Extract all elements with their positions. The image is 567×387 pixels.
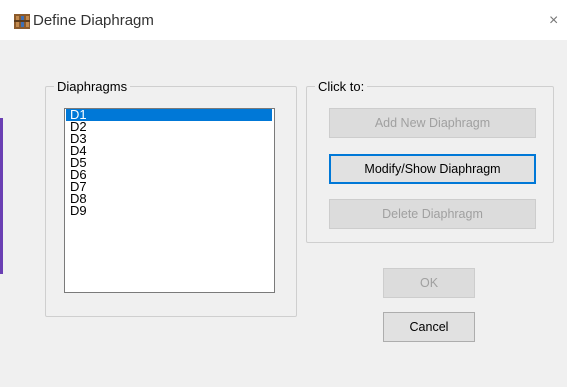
- click-to-group-label: Click to:: [315, 79, 368, 94]
- window-title: Define Diaphragm: [33, 12, 154, 29]
- ok-button[interactable]: OK: [383, 268, 475, 298]
- list-item[interactable]: D5: [66, 156, 272, 169]
- modify-show-diaphragm-button[interactable]: Modify/Show Diaphragm: [329, 154, 536, 184]
- background-window-edge: [0, 118, 3, 274]
- list-item[interactable]: D1: [66, 109, 272, 121]
- list-item[interactable]: D4: [66, 144, 272, 157]
- delete-diaphragm-button[interactable]: Delete Diaphragm: [329, 199, 536, 229]
- app-icon: [13, 12, 31, 30]
- diaphragm-list[interactable]: D1 D2 D3 D4 D5 D6 D7 D8 D9: [64, 108, 275, 293]
- add-new-diaphragm-button[interactable]: Add New Diaphragm: [329, 108, 536, 138]
- list-item[interactable]: D6: [66, 168, 272, 181]
- list-item[interactable]: D9: [66, 204, 272, 217]
- cancel-button[interactable]: Cancel: [383, 312, 475, 342]
- title-bar: Define Diaphragm ×: [0, 0, 567, 40]
- list-item[interactable]: D3: [66, 132, 272, 145]
- diaphragms-group-label: Diaphragms: [54, 79, 131, 94]
- list-item[interactable]: D8: [66, 192, 272, 205]
- list-item[interactable]: D2: [66, 120, 272, 133]
- list-item[interactable]: D7: [66, 180, 272, 193]
- close-icon[interactable]: ×: [549, 13, 558, 29]
